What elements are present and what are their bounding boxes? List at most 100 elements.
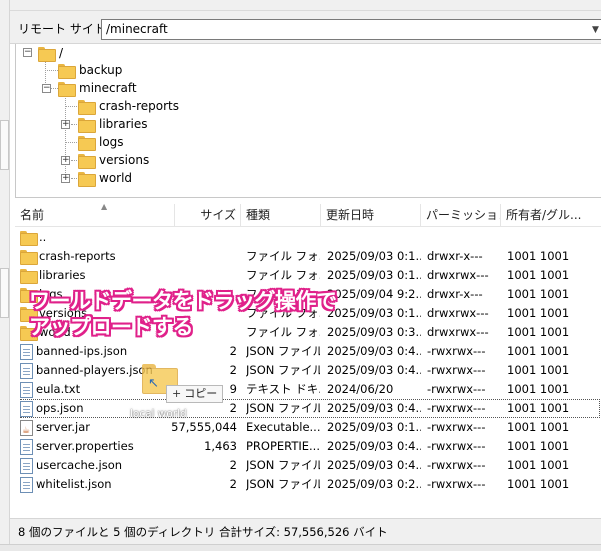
column-owner[interactable]: 所有者/グル...: [501, 204, 601, 227]
annotation-line: アップロードする: [29, 315, 194, 339]
file-type: JSON ファイル: [246, 401, 320, 415]
file-permissions: [427, 228, 497, 247]
file-row[interactable]: ops.json 2 JSON ファイル 2025/09/03 0:4... -rwxr…: [15, 399, 601, 418]
file-type: JSON ファイル: [246, 458, 320, 472]
file-icon: [20, 438, 33, 455]
tree-item-label: versions: [99, 153, 150, 167]
file-owner: 1001 1001: [507, 306, 570, 320]
jar-icon: [20, 419, 33, 437]
file-type: テキスト ドキ...: [246, 382, 320, 396]
file-permissions: -rwxrwx---: [427, 382, 486, 396]
column-permissions[interactable]: パーミッション: [421, 204, 501, 227]
file-name: server.jar: [36, 420, 90, 434]
file-size: 2: [229, 344, 237, 358]
file-modified: 2025/09/03 0:1...: [327, 249, 421, 263]
file-owner: 1001 1001: [507, 268, 570, 282]
expand-icon[interactable]: +: [61, 174, 70, 183]
folder-icon: [78, 153, 96, 169]
folder-icon: [78, 99, 96, 115]
file-name: ops.json: [36, 401, 84, 415]
column-size[interactable]: サイズ: [175, 204, 241, 227]
file-permissions: -rwxrwx---: [427, 363, 486, 377]
folder-icon: [78, 117, 96, 133]
file-row[interactable]: eula.txt9テキスト ドキ...2024/06/20-rwxrwx---1…: [15, 380, 601, 399]
folder-icon: [20, 269, 38, 284]
file-icon: [20, 343, 33, 360]
left-pane-edge: [0, 0, 10, 551]
folder-icon: [58, 81, 76, 97]
drag-preview: ↖ + コピー local world: [130, 364, 225, 426]
file-owner: [507, 228, 587, 247]
remote-path-input[interactable]: /minecraft: [101, 19, 587, 40]
status-bar: 8 個のファイルと 5 個のディレクトリ 合計サイズ: 57,556,526 バ…: [10, 518, 601, 544]
file-modified: 2025/09/03 0:4...: [327, 458, 421, 472]
file-row[interactable]: whitelist.json 2 JSON ファイル 2025/09/03 0:2..…: [15, 475, 601, 494]
tree-item-backup[interactable]: backup: [58, 61, 122, 79]
file-icon: [20, 457, 33, 474]
file-owner: 1001 1001: [507, 439, 570, 453]
file-permissions: -rwxrwx---: [427, 401, 486, 415]
tree-item-minecraft[interactable]: minecraft: [58, 79, 137, 97]
file-permissions: drwxr-x---: [427, 249, 483, 263]
tree-item-label: logs: [99, 135, 124, 149]
file-modified: 2025/09/03 0:4...: [327, 363, 421, 377]
file-row[interactable]: server.properties 1,463 PROPERTIE... 2025/0…: [15, 437, 601, 456]
drag-caption: local world: [130, 408, 187, 420]
remote-file-list: .. crash-reports ファイル フォ... 2025/09/03 0:1.…: [15, 228, 601, 518]
file-permissions: -rwxrwx---: [427, 477, 486, 491]
tree-connector: [65, 96, 66, 179]
file-row[interactable]: crash-reports ファイル フォ... 2025/09/03 0:1...…: [15, 247, 601, 266]
file-type: JSON ファイル: [246, 363, 320, 377]
file-owner: 1001 1001: [507, 344, 570, 358]
tree-item-libraries[interactable]: libraries: [78, 115, 147, 133]
expand-icon[interactable]: +: [61, 120, 70, 129]
tree-connector: [45, 70, 58, 71]
file-modified: [327, 228, 421, 247]
tree-item-world[interactable]: world: [78, 169, 132, 187]
remote-site-bar: リモート サイト: /minecraft ▼: [10, 0, 601, 44]
file-name: eula.txt: [36, 382, 81, 396]
column-type[interactable]: 種類: [241, 204, 321, 227]
folder-icon: [58, 63, 76, 79]
bottom-border: [0, 544, 601, 551]
column-name[interactable]: 名前: [15, 204, 175, 227]
file-permissions: -rwxrwx---: [427, 458, 486, 472]
file-name: banned-ips.json: [36, 344, 128, 358]
file-permissions: -rwxrwx---: [427, 439, 486, 453]
tree-item-root[interactable]: /: [38, 44, 63, 62]
file-modified: 2024/06/20: [327, 382, 394, 396]
file-row[interactable]: ..: [15, 228, 601, 247]
collapse-icon[interactable]: −: [23, 48, 32, 57]
tree-item-logs[interactable]: logs: [78, 133, 124, 151]
file-owner: 1001 1001: [507, 458, 570, 472]
remote-directory-tree: − / backup − minecraft crash-reports + l…: [15, 44, 601, 198]
file-size: 2: [229, 477, 237, 491]
remote-site-label: リモート サイト:: [18, 22, 110, 36]
file-row[interactable]: usercache.json 2 JSON ファイル 2025/09/03 0:4..…: [15, 456, 601, 475]
folder-icon: [20, 231, 38, 246]
file-row[interactable]: banned-ips.json 2 JSON ファイル 2025/09/03 0:4.…: [15, 342, 601, 361]
file-type: ファイル フォ...: [246, 249, 320, 263]
file-row[interactable]: server.jar57,555,044Executable...2025/09…: [15, 418, 601, 437]
file-size: 2: [229, 458, 237, 472]
annotation-line: ワールドデータをドラッグ操作で: [29, 289, 337, 313]
file-name: libraries: [39, 268, 86, 282]
file-size: 1,463: [204, 439, 237, 453]
column-modified[interactable]: 更新日時: [321, 204, 421, 227]
chevron-down-icon[interactable]: ▼: [586, 19, 601, 40]
file-owner: 1001 1001: [507, 477, 570, 491]
divider: [10, 10, 601, 11]
tree-item-label: world: [99, 171, 133, 185]
file-owner: 1001 1001: [507, 363, 570, 377]
plus-icon: +: [172, 387, 182, 400]
folder-icon: [38, 46, 56, 62]
collapse-icon[interactable]: −: [42, 84, 51, 93]
tree-item-label: libraries: [99, 117, 148, 131]
expand-icon[interactable]: +: [61, 156, 70, 165]
file-row[interactable]: libraries ファイル フォ... 2025/09/03 0:1... drwx…: [15, 266, 601, 285]
tree-item-crash-reports[interactable]: crash-reports: [78, 97, 179, 115]
tree-item-versions[interactable]: versions: [78, 151, 149, 169]
file-row[interactable]: banned-players.json 2 JSON ファイル 2025/09/03 …: [15, 361, 601, 380]
file-icon: [20, 476, 33, 493]
annotation-text: ワールドデータをドラッグ操作で アップロードする: [29, 288, 359, 340]
